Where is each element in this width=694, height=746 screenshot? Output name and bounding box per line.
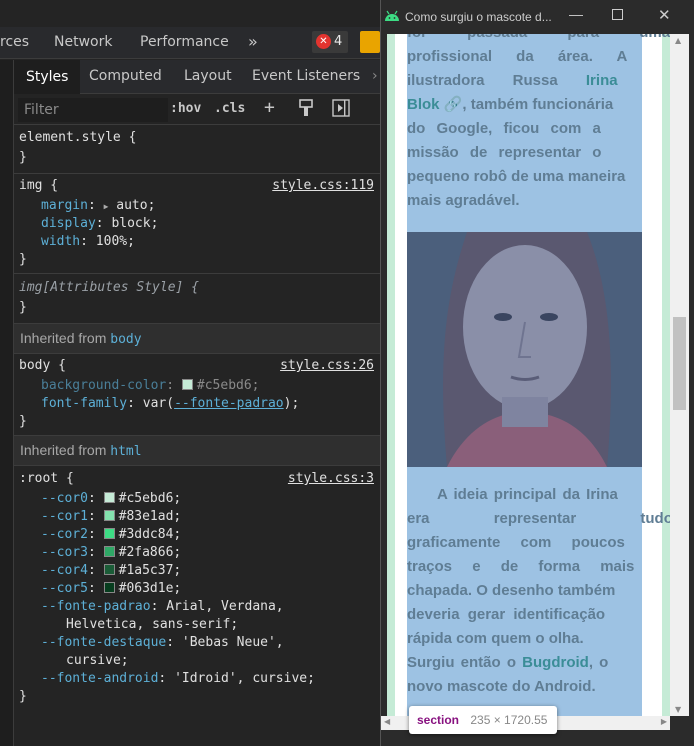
element-style-rule: element.style { } (14, 126, 380, 174)
declaration[interactable]: --cor1: #83e1ad; (41, 509, 181, 524)
tab-layout[interactable]: Layout (184, 68, 232, 84)
close-button[interactable]: ✕ (658, 6, 671, 24)
paint-icon[interactable] (298, 99, 314, 121)
declaration[interactable]: --cor3: #2fa866; (41, 545, 181, 560)
styles-pane-tabs: Styles Computed Layout Event Listeners › (14, 60, 380, 94)
tab-event-listeners[interactable]: Event Listeners (252, 68, 360, 84)
browser-window: Como surgiu o mascote d... — ✕ for passa… (380, 0, 694, 746)
bugdroid-link[interactable]: Bugdroid (522, 654, 589, 671)
more-subtabs-icon[interactable]: › (372, 68, 378, 84)
declaration[interactable]: --cor2: #3ddc84; (41, 527, 181, 542)
color-swatch[interactable] (103, 564, 115, 575)
screen: rces Network Performance » ✕ 4 Styles Co… (0, 0, 694, 746)
page-viewport[interactable]: for passada para uma profissional da áre… (387, 34, 670, 716)
link-icon: 🔗 (443, 96, 463, 113)
declaration[interactable]: display: block; (41, 216, 158, 231)
hov-toggle[interactable]: :hov (170, 101, 201, 116)
tab-styles[interactable]: Styles (14, 60, 81, 94)
rule-close: } (19, 414, 27, 429)
devtools-main-tabs: rces Network Performance » ✕ 4 (0, 27, 380, 59)
selector[interactable]: :root { (19, 471, 74, 486)
inherited-tag-link[interactable]: body (110, 332, 141, 347)
color-swatch[interactable] (103, 582, 115, 593)
tab-sources[interactable]: rces (0, 34, 29, 50)
error-icon: ✕ (316, 34, 331, 49)
declaration-overridden[interactable]: background-color: #c5ebd6; (41, 378, 260, 393)
scroll-left-icon[interactable]: ◀ (384, 717, 390, 726)
declaration[interactable]: --cor0: #c5ebd6; (41, 491, 181, 506)
declaration[interactable]: --cor5: #063d1e; (41, 581, 181, 596)
root-rule: :root { style.css:3 --cor0: #c5ebd6; --co… (14, 466, 380, 716)
irina-blok-photo (407, 232, 642, 467)
declaration-continued: cursive; (66, 653, 129, 668)
declaration[interactable]: --fonte-destaque: 'Bebas Neue', (41, 635, 284, 650)
styles-toolbar: Filter :hov .cls + (14, 95, 380, 125)
declaration[interactable]: width: 100%; (41, 234, 135, 249)
tab-computed[interactable]: Computed (89, 68, 162, 84)
window-titlebar[interactable]: Como surgiu o mascote d... — ✕ (381, 0, 694, 34)
window-title: Como surgiu o mascote d... (405, 10, 552, 24)
rule-close: } (19, 150, 27, 165)
styles-list: element.style { } img { style.css:119 ma… (14, 126, 380, 746)
vertical-scrollbar[interactable]: ▲ ▼ (670, 34, 689, 716)
rule-close: } (19, 689, 27, 704)
declaration[interactable]: --cor4: #1a5c37; (41, 563, 181, 578)
android-icon (384, 10, 400, 25)
new-rule-button[interactable]: + (264, 97, 275, 118)
error-badge[interactable]: ✕ 4 (312, 31, 348, 53)
color-swatch[interactable] (181, 379, 193, 390)
rule-close: } (19, 252, 27, 267)
cls-toggle[interactable]: .cls (214, 101, 245, 116)
declaration-continued: Helvetica, sans-serif; (66, 617, 239, 632)
selector[interactable]: img { (19, 178, 58, 193)
inherited-from-body: Inherited from body (14, 324, 380, 354)
color-swatch[interactable] (103, 528, 115, 539)
inherited-tag-link[interactable]: html (110, 444, 141, 459)
body-rule: body { style.css:26 background-color: #c… (14, 354, 380, 436)
more-tabs-button[interactable]: » (248, 32, 258, 51)
declaration[interactable]: font-family: var(--fonte-padrao); (41, 396, 299, 411)
img-attributes-rule: img[Attributes Style] { } (14, 274, 380, 324)
scroll-right-icon[interactable]: ▶ (661, 717, 667, 726)
scroll-down-icon[interactable]: ▼ (675, 705, 681, 714)
declaration[interactable]: --fonte-android: 'Idroid', cursive; (41, 671, 315, 686)
maximize-button[interactable] (612, 9, 623, 20)
scroll-thumb[interactable] (673, 317, 686, 410)
selector: img[Attributes Style] { (19, 280, 200, 295)
color-swatch[interactable] (103, 510, 115, 521)
tab-network[interactable]: Network (54, 34, 112, 50)
error-count: 4 (334, 34, 343, 49)
inherited-from-html: Inherited from html (14, 436, 380, 466)
tab-performance[interactable]: Performance (140, 34, 229, 50)
selector[interactable]: element.style { (19, 130, 136, 145)
filter-input[interactable]: Filter (18, 98, 168, 122)
rule-close: } (19, 300, 27, 315)
warning-icon[interactable] (360, 31, 380, 53)
selector[interactable]: body { (19, 358, 66, 373)
tooltip-tag: section (417, 713, 460, 727)
blok-link[interactable]: Blok (407, 96, 440, 113)
minimize-button[interactable]: — (569, 6, 583, 22)
source-link[interactable]: style.css:3 (288, 471, 374, 486)
source-link[interactable]: style.css:26 (280, 358, 374, 373)
declaration[interactable]: margin: ▶ auto; (41, 198, 155, 213)
img-rule: img { style.css:119 margin: ▶ auto; disp… (14, 174, 380, 274)
expand-triangle-icon: ▶ (103, 202, 109, 211)
color-swatch[interactable] (103, 492, 115, 503)
color-swatch[interactable] (103, 546, 115, 557)
source-link[interactable]: style.css:119 (272, 178, 374, 193)
toggle-sidebar-icon[interactable] (332, 99, 350, 121)
scroll-up-icon[interactable]: ▲ (675, 36, 681, 45)
element-inspect-tooltip: section 235 × 1720.55 (409, 706, 557, 734)
declaration[interactable]: --fonte-padrao: Arial, Verdana, (41, 599, 284, 614)
irina-link[interactable]: Irina (586, 72, 618, 89)
tooltip-size: 235 × 1720.55 (470, 713, 548, 727)
elements-panel-edge (0, 60, 14, 746)
